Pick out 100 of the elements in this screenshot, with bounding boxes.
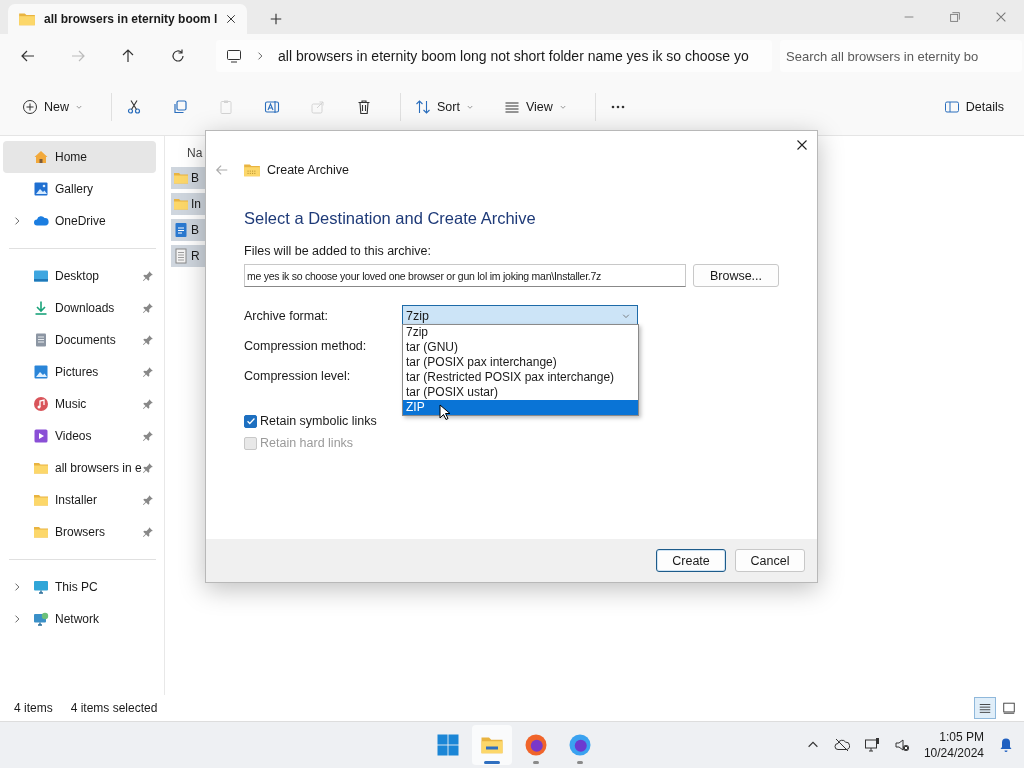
share-icon: [310, 98, 326, 115]
checkbox[interactable]: Retain symbolic links: [244, 413, 817, 429]
selection-count: 4 items selected: [70, 701, 158, 715]
field-label: Compression method:: [244, 339, 367, 353]
sidebar-item[interactable]: Videos: [3, 420, 156, 452]
network-icon: [33, 611, 49, 627]
browser-icon: [524, 733, 548, 757]
pin-icon: [142, 366, 154, 378]
sidebar-item[interactable]: Downloads: [3, 292, 156, 324]
refresh-icon[interactable]: [170, 48, 186, 64]
cloud-icon: [33, 213, 49, 229]
scissors-icon: [126, 98, 142, 115]
cloud-off-icon[interactable]: [833, 737, 850, 753]
sidebar-item[interactable]: Network: [3, 603, 156, 635]
monitor-icon: [226, 48, 242, 64]
up-icon[interactable]: [120, 48, 136, 64]
close-icon[interactable]: [796, 139, 808, 151]
document-icon: [33, 332, 49, 348]
pin-icon: [142, 462, 154, 474]
image-icon: [33, 364, 49, 380]
text-file-icon: [173, 248, 189, 264]
address-bar[interactable]: all browsers in eternity boom long not short folder name yes ik so choose yo: [216, 40, 772, 72]
pin-icon: [142, 494, 154, 506]
list-icon: [978, 701, 992, 715]
path-field[interactable]: me yes ik so choose your loved one browser or gun lol im joking man\Installer.7z: [244, 264, 686, 287]
dropdown-option[interactable]: tar (POSIX pax interchange): [403, 355, 638, 370]
pin-icon: [142, 270, 154, 282]
folder-icon: [173, 170, 189, 186]
new-tab-icon[interactable]: [269, 12, 284, 26]
restore-icon[interactable]: [948, 10, 962, 24]
folder-icon: [18, 10, 36, 28]
back-icon[interactable]: [20, 48, 36, 64]
more-icon: [609, 104, 626, 109]
network-status-icon[interactable]: [863, 737, 880, 753]
sidebar-item[interactable]: This PC: [3, 571, 156, 603]
address-path: all browsers in eternity boom long not short folder name yes ik so choose yo: [278, 48, 749, 64]
sidebar-item[interactable]: OneDrive: [3, 205, 156, 237]
sidebar-item[interactable]: Music: [3, 388, 156, 420]
preview-icon: [1002, 701, 1016, 715]
sidebar-item[interactable]: Pictures: [3, 356, 156, 388]
dialog-button[interactable]: Cancel: [735, 549, 805, 572]
download-icon: [33, 300, 49, 316]
rename-icon: [264, 98, 280, 115]
item-count: 4 items: [14, 701, 53, 715]
sidebar-item[interactable]: all browsers in e: [3, 452, 156, 484]
folder-icon: [33, 492, 49, 508]
search-field[interactable]: Search all browsers in eternity bo: [780, 40, 1022, 72]
file-row[interactable]: R: [171, 245, 205, 267]
dialog-title: Create Archive: [267, 163, 349, 177]
pin-icon: [142, 334, 154, 346]
sort-button[interactable]: Sort: [407, 90, 482, 123]
field-label: Compression level:: [244, 369, 351, 383]
folder-icon: [33, 460, 49, 476]
dropdown-option[interactable]: tar (POSIX ustar): [403, 385, 638, 400]
taskbar-app[interactable]: [472, 725, 512, 765]
check-icon: [245, 416, 256, 426]
sidebar-item[interactable]: Gallery: [3, 173, 156, 205]
format-dropdown[interactable]: 7zip: [402, 305, 638, 327]
music-icon: [33, 396, 49, 412]
sidebar-item[interactable]: Desktop: [3, 260, 156, 292]
dropdown-option[interactable]: 7zip: [403, 325, 638, 340]
gallery-icon: [33, 181, 49, 197]
close-icon[interactable]: [225, 13, 238, 25]
file-row[interactable]: B: [171, 167, 205, 189]
mute-icon[interactable]: [893, 737, 910, 753]
pin-icon: [142, 526, 154, 538]
field-label: Archive format:: [244, 309, 330, 323]
clipboard-icon: [218, 98, 234, 115]
pin-icon: [142, 398, 154, 410]
document-icon: [173, 222, 189, 238]
sidebar-item[interactable]: Documents: [3, 324, 156, 356]
browser-tab[interactable]: all browsers in eternity boom l: [8, 4, 248, 34]
folder-icon: [33, 524, 49, 540]
details-button[interactable]: Details: [935, 90, 1012, 123]
file-row[interactable]: B: [171, 219, 205, 241]
tab-title: all browsers in eternity boom l: [44, 12, 218, 26]
new-button[interactable]: New: [14, 90, 91, 123]
caret-icon: [621, 311, 631, 321]
file-row[interactable]: In: [171, 193, 205, 215]
sidebar-item[interactable]: Browsers: [3, 516, 156, 548]
clock[interactable]: 1:05 PM 10/24/2024: [923, 729, 984, 761]
browse-button[interactable]: Browse...: [693, 264, 779, 287]
browser-icon: [568, 733, 592, 757]
sidebar-item[interactable]: Installer: [3, 484, 156, 516]
dialog-heading: Select a Destination and Create Archive: [244, 209, 537, 228]
column-header[interactable]: Na: [171, 141, 205, 165]
view-button[interactable]: View: [495, 90, 575, 123]
video-icon: [33, 428, 49, 444]
home-icon: [33, 149, 49, 165]
sidebar-item[interactable]: Home: [3, 141, 156, 173]
dropdown-option[interactable]: tar (GNU): [403, 340, 638, 355]
bell-icon[interactable]: [998, 737, 1014, 753]
details-pane-icon: [943, 98, 960, 115]
dialog-button[interactable]: Create: [656, 549, 726, 572]
plus-icon: [22, 98, 38, 115]
folder-icon: [243, 161, 261, 179]
pin-icon: [142, 430, 154, 442]
pin-icon: [142, 302, 154, 314]
dropdown-option[interactable]: tar (Restricted POSIX pax interchange): [403, 370, 638, 385]
dropdown-option[interactable]: ZIP: [403, 400, 638, 415]
